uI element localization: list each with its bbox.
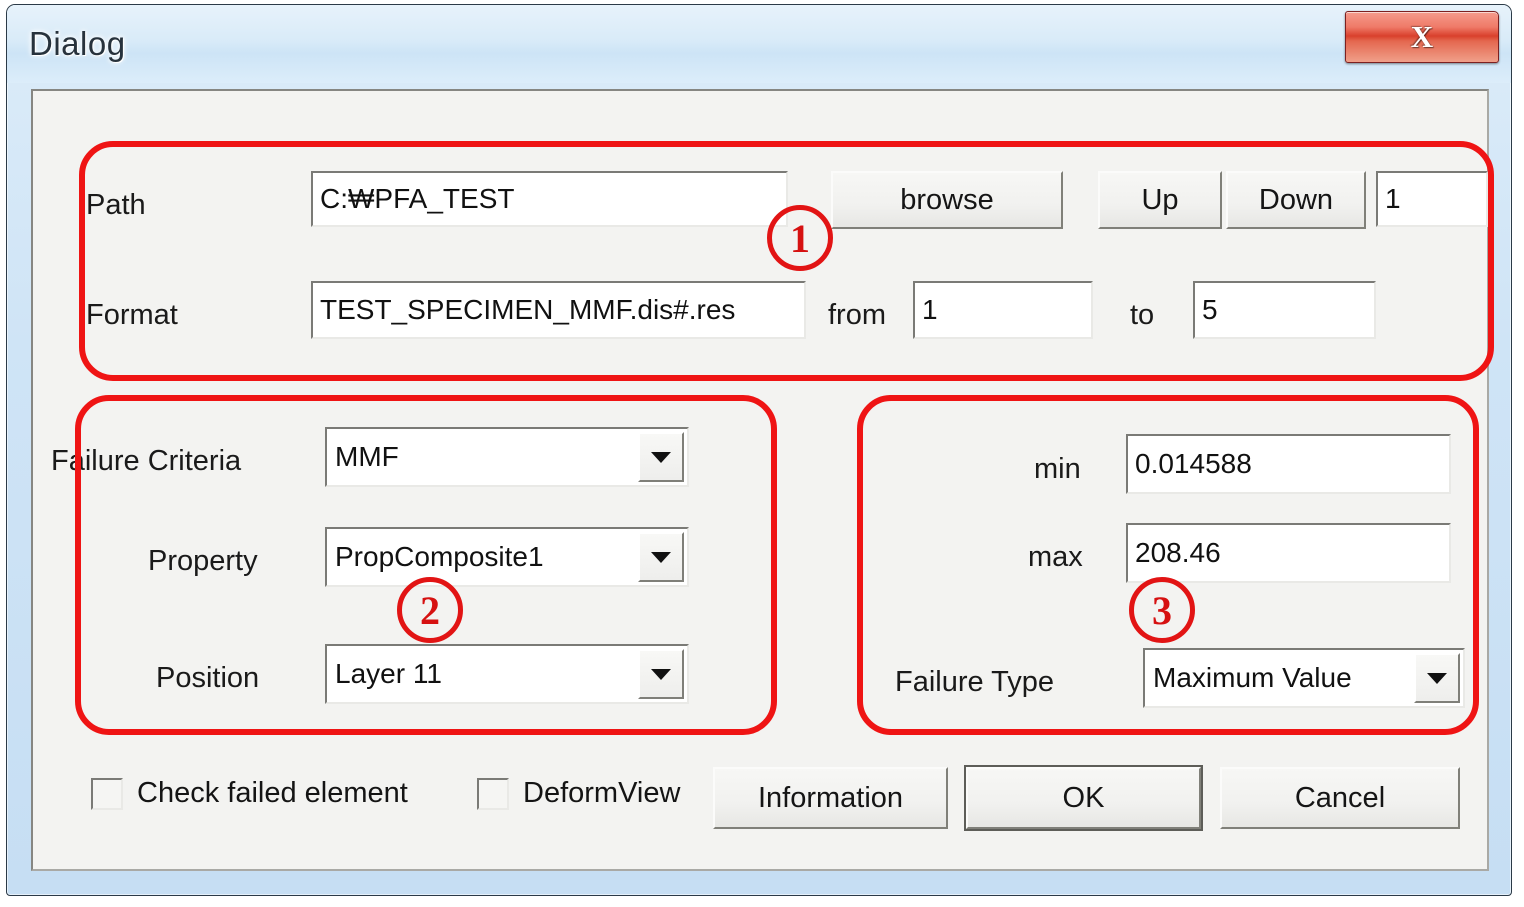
property-label: Property <box>148 545 258 577</box>
failure-type-dropdown[interactable]: Maximum Value <box>1143 648 1465 708</box>
chevron-down-icon[interactable] <box>1414 653 1460 703</box>
checkbox-box[interactable] <box>477 777 509 810</box>
deform-view-label: DeformView <box>523 777 681 809</box>
up-button[interactable]: Up <box>1098 171 1222 229</box>
dialog-client-area: Path C:₩PFA_TEST browse Up Down 1 Format… <box>31 89 1489 871</box>
min-input[interactable]: 0.014588 <box>1126 434 1451 494</box>
check-failed-element-checkbox[interactable]: Check failed element <box>91 777 408 810</box>
check-failed-element-label: Check failed element <box>137 777 408 809</box>
failure-criteria-label: Failure Criteria <box>51 445 242 477</box>
browse-button[interactable]: browse <box>831 171 1063 229</box>
step-input[interactable]: 1 <box>1376 171 1488 227</box>
max-input[interactable]: 208.46 <box>1126 523 1451 583</box>
from-label: from <box>828 299 886 331</box>
close-button[interactable]: X <box>1345 11 1499 63</box>
position-label: Position <box>156 662 260 694</box>
to-input[interactable]: 5 <box>1193 281 1376 339</box>
chevron-down-icon[interactable] <box>638 532 684 582</box>
cancel-button[interactable]: Cancel <box>1220 767 1460 829</box>
chevron-down-icon[interactable] <box>638 432 684 482</box>
window-title: Dialog <box>29 25 126 62</box>
down-button[interactable]: Down <box>1226 171 1366 229</box>
path-label: Path <box>86 189 146 221</box>
format-label: Format <box>86 299 178 331</box>
property-value: PropComposite1 <box>335 541 544 572</box>
property-dropdown[interactable]: PropComposite1 <box>325 527 689 587</box>
max-label: max <box>1028 541 1083 573</box>
dialog-window: Dialog X Path C:₩PFA_TEST browse Up Down… <box>6 4 1512 896</box>
failure-type-label: Failure Type <box>895 666 1055 698</box>
deform-view-checkbox[interactable]: DeformView <box>477 777 680 810</box>
checkbox-box[interactable] <box>91 777 123 810</box>
position-dropdown[interactable]: Layer 11 <box>325 644 689 704</box>
format-input[interactable]: TEST_SPECIMEN_MMF.dis#.res <box>311 281 806 339</box>
position-value: Layer 11 <box>335 658 442 689</box>
failure-criteria-dropdown[interactable]: MMF <box>325 427 689 487</box>
min-label: min <box>1034 453 1081 485</box>
information-button[interactable]: Information <box>713 767 948 829</box>
path-input[interactable]: C:₩PFA_TEST <box>311 171 788 227</box>
to-label: to <box>1130 299 1155 331</box>
failure-type-value: Maximum Value <box>1153 662 1352 693</box>
ok-button[interactable]: OK <box>964 765 1203 831</box>
chevron-down-icon[interactable] <box>638 649 684 699</box>
title-bar: Dialog X <box>7 5 1511 83</box>
failure-criteria-value: MMF <box>335 441 399 472</box>
from-input[interactable]: 1 <box>913 281 1093 339</box>
close-x-icon: X <box>1410 19 1434 54</box>
